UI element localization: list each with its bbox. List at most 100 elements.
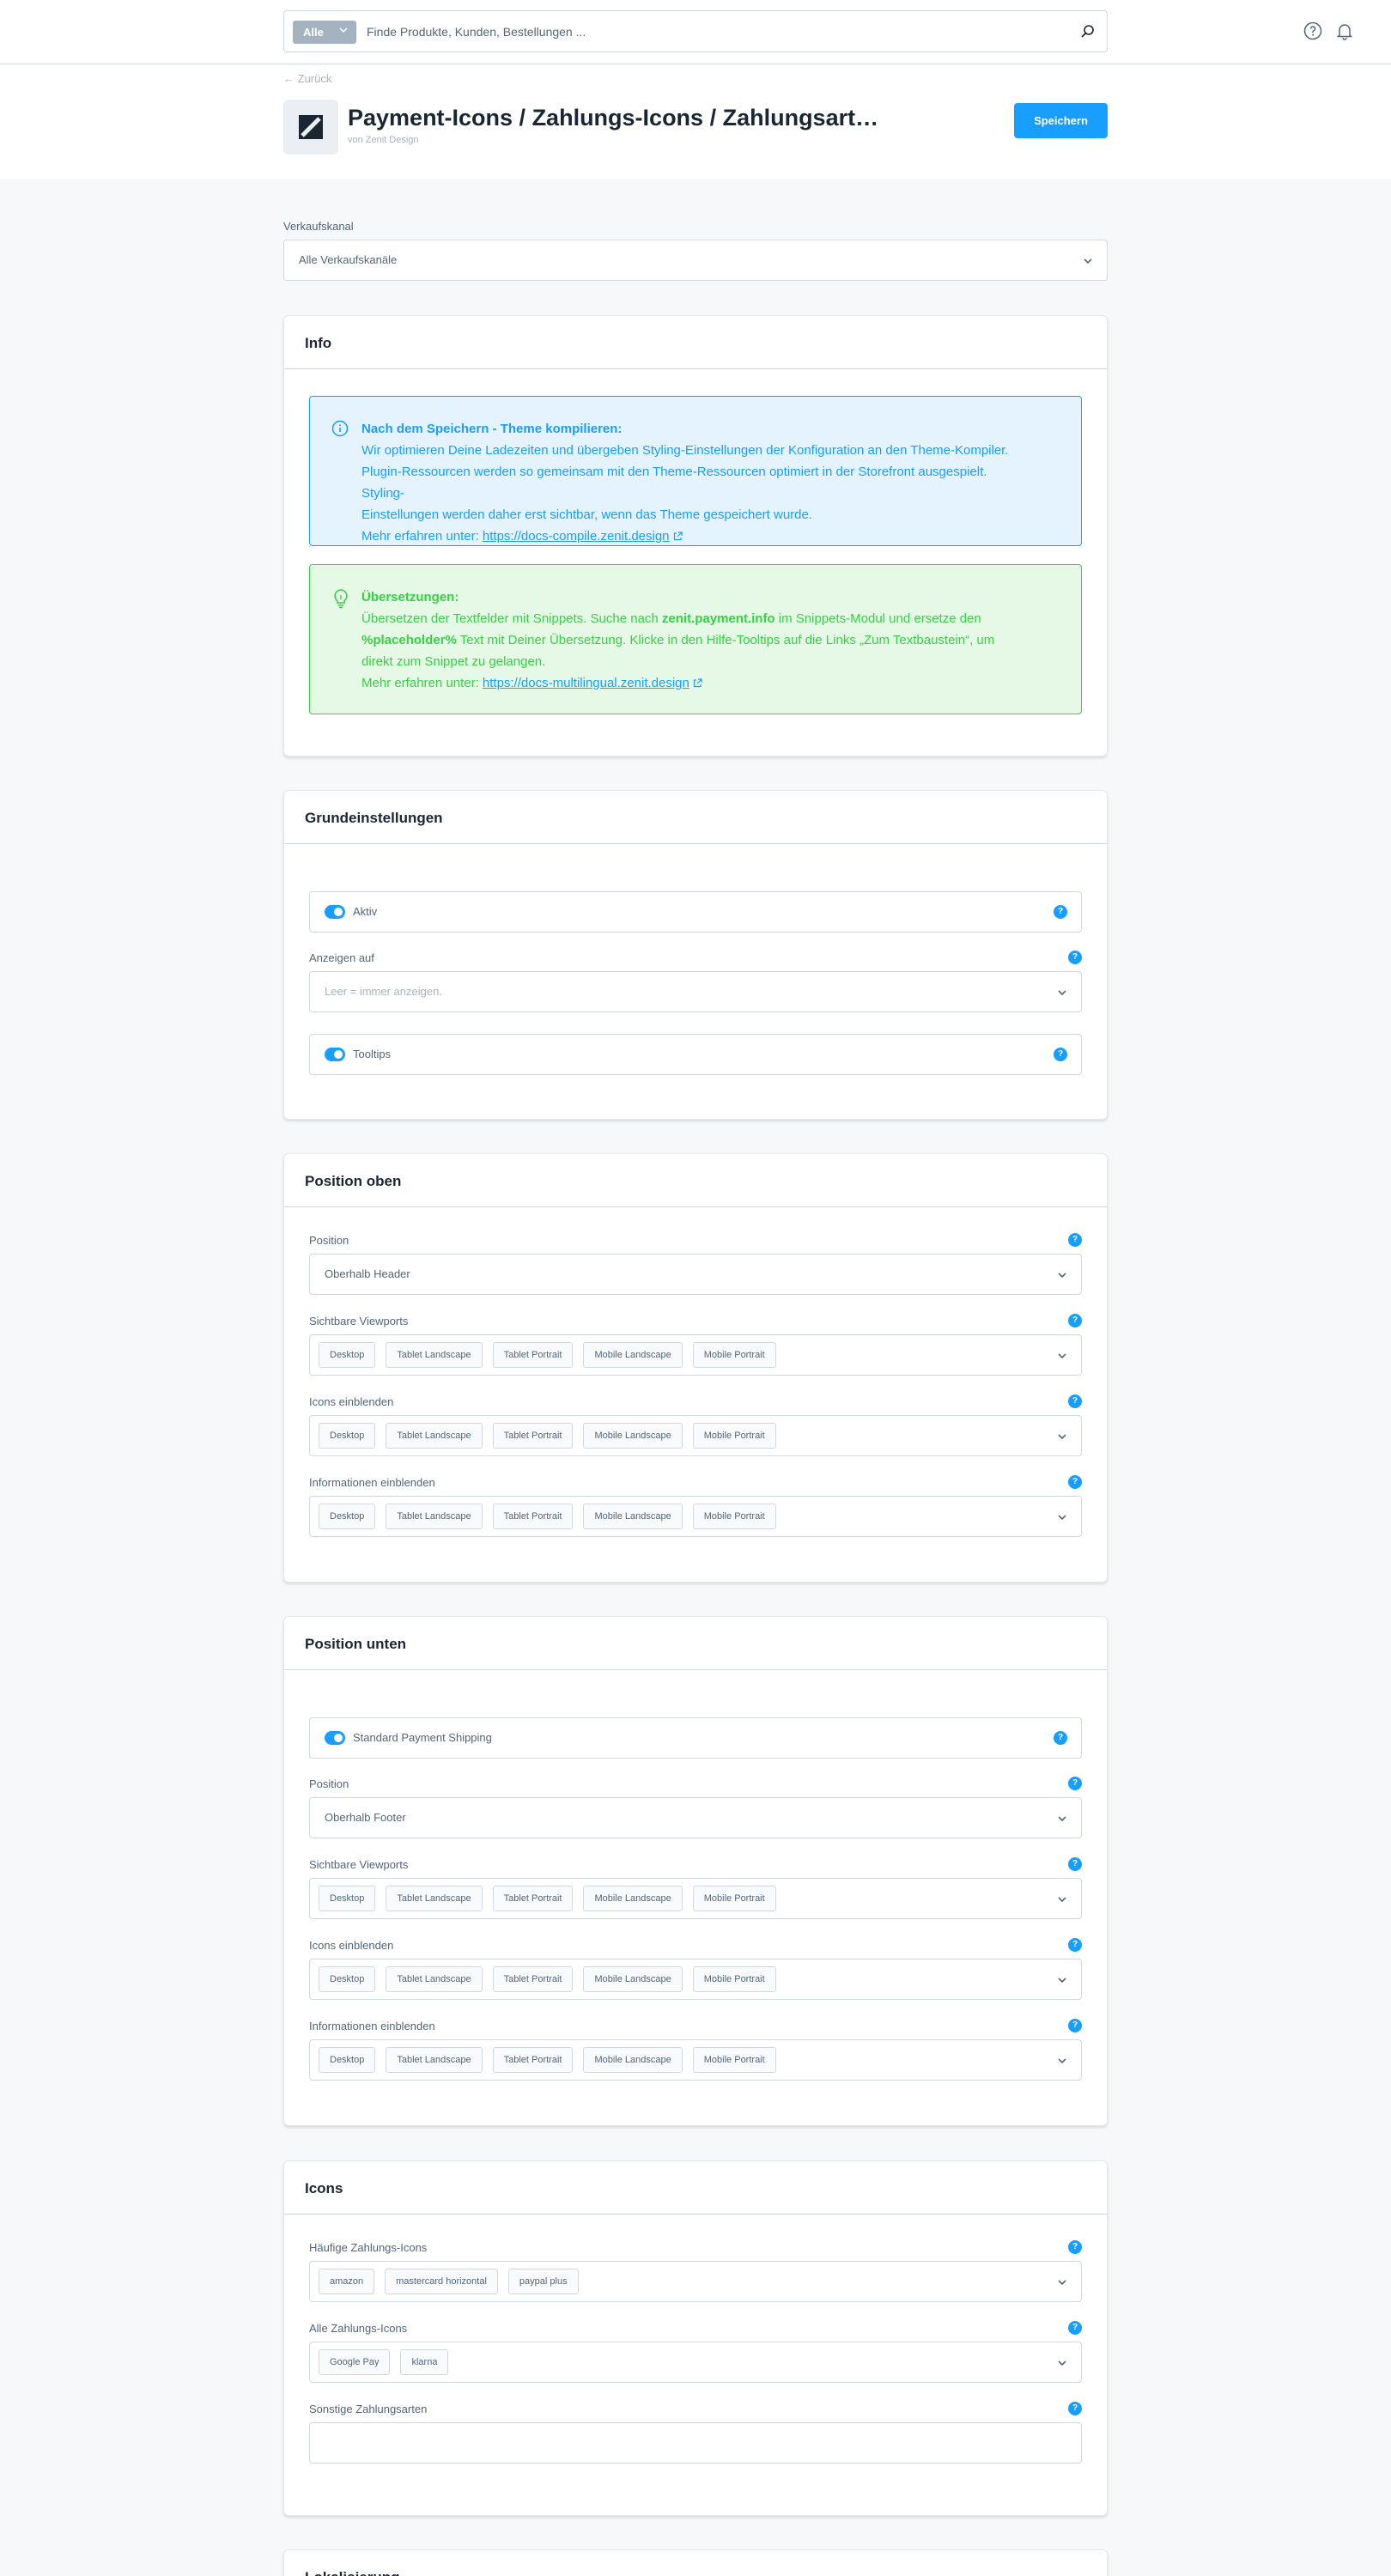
other-payments-input[interactable] (309, 2422, 1082, 2464)
text: im Snippets-Modul und ersetze den (774, 611, 981, 626)
saleschannel-select[interactable]: Alle Verkaufskanäle (283, 240, 1108, 281)
payment-icon-tag[interactable]: mastercard horizontal (385, 2269, 498, 2294)
global-search[interactable]: Alle Finde Produkte, Kunden, Bestellunge… (283, 10, 1108, 52)
help-icon[interactable]: ? (1068, 2402, 1082, 2415)
search-icon[interactable] (1080, 24, 1095, 41)
help-icon[interactable]: ? (1054, 1731, 1067, 1745)
help-icon[interactable]: ? (1068, 1314, 1082, 1327)
viewport-tag[interactable]: Mobile Portrait (692, 1966, 776, 1992)
help-center-icon[interactable] (1303, 21, 1322, 43)
help-icon[interactable]: ? (1068, 1938, 1082, 1952)
info-visible-multiselect[interactable]: Desktop Tablet Landscape Tablet Portrait… (309, 1496, 1082, 1537)
basic-settings-card: Grundeinstellungen Aktiv ? Anzeigen auf … (283, 790, 1108, 1120)
viewport-tag[interactable]: Tablet Landscape (386, 2047, 483, 2073)
plugin-logo (283, 100, 338, 155)
viewport-tag[interactable]: Mobile Portrait (692, 2047, 776, 2073)
viewport-tag[interactable]: Tablet Portrait (492, 1886, 574, 1911)
viewport-tag[interactable]: Mobile Landscape (583, 1966, 683, 1992)
help-icon[interactable]: ? (1068, 1475, 1082, 1489)
help-icon[interactable]: ? (1068, 1394, 1082, 1408)
viewport-tag[interactable]: Tablet Portrait (492, 1966, 574, 1992)
viewport-tag[interactable]: Desktop (319, 1423, 376, 1449)
icons-visible-label: Icons einblenden (309, 1939, 394, 1952)
viewport-tag[interactable]: Desktop (319, 1342, 376, 1368)
payment-icon-tag[interactable]: amazon (319, 2269, 375, 2294)
active-toggle[interactable] (325, 905, 345, 919)
help-icon[interactable]: ? (1068, 2321, 1082, 2335)
viewport-tag[interactable]: Mobile Portrait (692, 1423, 776, 1449)
card-header: Info (284, 316, 1107, 369)
text: Übersetzen der Textfelder mit Snippets. … (361, 611, 662, 626)
viewport-tag[interactable]: Mobile Portrait (692, 1504, 776, 1529)
info-visible-label: Informationen einblenden (309, 2020, 435, 2032)
viewport-tag[interactable]: Mobile Portrait (692, 1342, 776, 1368)
viewport-tag[interactable]: Mobile Landscape (583, 1886, 683, 1911)
search-input[interactable]: Finde Produkte, Kunden, Bestellungen ... (367, 11, 586, 53)
compile-docs-link[interactable]: https://docs-compile.zenit.design (483, 529, 670, 544)
chevron-down-icon (1057, 1511, 1067, 1525)
viewport-tag[interactable]: Tablet Portrait (492, 1342, 574, 1368)
viewport-tag[interactable]: Tablet Portrait (492, 1504, 574, 1529)
viewport-tag[interactable]: Tablet Landscape (386, 1423, 483, 1449)
help-icon[interactable]: ? (1068, 1233, 1082, 1247)
viewport-tag[interactable]: Desktop (319, 1886, 376, 1911)
help-icon[interactable]: ? (1068, 2019, 1082, 2032)
viewport-tag[interactable]: Tablet Landscape (386, 1342, 483, 1368)
viewport-tag[interactable]: Desktop (319, 1504, 376, 1529)
viewport-tag[interactable]: Desktop (319, 2047, 376, 2073)
viewport-tag[interactable]: Desktop (319, 1966, 376, 1992)
viewport-tag[interactable]: Mobile Landscape (583, 1423, 683, 1449)
multilingual-docs-link[interactable]: https://docs-multilingual.zenit.design (483, 676, 689, 690)
payment-icon-tag[interactable]: paypal plus (507, 2269, 579, 2294)
chevron-down-icon (1057, 1974, 1067, 1988)
text: Text mit Deiner Übersetzung. Klicke in d… (456, 633, 995, 647)
page-subtitle: von Zenit Design (348, 135, 419, 145)
viewport-tag[interactable]: Tablet Landscape (386, 1504, 483, 1529)
card-title: Position oben (305, 1173, 402, 1189)
viewport-tag[interactable]: Mobile Portrait (692, 1886, 776, 1911)
viewports-label: Sichtbare Viewports (309, 1858, 409, 1871)
viewports-multiselect[interactable]: Desktop Tablet Landscape Tablet Portrait… (309, 1878, 1082, 1919)
viewport-tag[interactable]: Mobile Landscape (583, 2047, 683, 2073)
viewport-tag[interactable]: Mobile Landscape (583, 1504, 683, 1529)
viewport-tag[interactable]: Tablet Portrait (492, 1423, 574, 1449)
back-link[interactable]: ← Zurück (283, 72, 331, 85)
save-button[interactable]: Speichern (1014, 103, 1108, 138)
info-visible-multiselect[interactable]: Desktop Tablet Landscape Tablet Portrait… (309, 2039, 1082, 2081)
frequent-icons-multiselect[interactable]: amazon mastercard horizontal paypal plus (309, 2261, 1082, 2302)
viewport-tag[interactable]: Tablet Portrait (492, 2047, 574, 2073)
all-icons-multiselect[interactable]: Google Pay klarna (309, 2342, 1082, 2383)
chevron-down-icon (1083, 255, 1093, 269)
help-icon[interactable]: ? (1068, 1777, 1082, 1790)
tooltips-toggle[interactable] (325, 1048, 345, 1061)
help-icon[interactable]: ? (1054, 1048, 1067, 1061)
top-bar: Alle Finde Produkte, Kunden, Bestellunge… (0, 0, 1391, 64)
card-title: Lokalisierung (305, 2569, 400, 2576)
info-visible-label: Informationen einblenden (309, 1476, 435, 1489)
show-on-select[interactable]: Leer = immer anzeigen. (309, 971, 1082, 1012)
show-on-placeholder: Leer = immer anzeigen. (325, 985, 442, 998)
help-icon[interactable]: ? (1068, 951, 1082, 964)
payment-icon-tag[interactable]: klarna (400, 2349, 449, 2375)
help-icon[interactable]: ? (1068, 1857, 1082, 1871)
payment-icon-tag[interactable]: Google Pay (319, 2349, 391, 2375)
position-select[interactable]: Oberhalb Header (309, 1254, 1082, 1295)
arrow-left-icon: ← (283, 72, 295, 85)
viewport-tag[interactable]: Tablet Landscape (386, 1966, 483, 1992)
icons-visible-multiselect[interactable]: Desktop Tablet Landscape Tablet Portrait… (309, 1415, 1082, 1456)
chevron-down-icon (1057, 1431, 1067, 1444)
tooltips-switch-row[interactable]: Tooltips ? (309, 1034, 1082, 1075)
search-type-select[interactable]: Alle (293, 21, 356, 44)
viewport-tag[interactable]: Tablet Landscape (386, 1886, 483, 1911)
standard-shipping-switch-row[interactable]: Standard Payment Shipping ? (309, 1717, 1082, 1759)
viewports-multiselect[interactable]: Desktop Tablet Landscape Tablet Portrait… (309, 1334, 1082, 1376)
help-icon[interactable]: ? (1068, 2240, 1082, 2254)
help-icon[interactable]: ? (1054, 905, 1067, 919)
icons-visible-multiselect[interactable]: Desktop Tablet Landscape Tablet Portrait… (309, 1959, 1082, 2000)
viewport-tag[interactable]: Mobile Landscape (583, 1342, 683, 1368)
notification-bell-icon[interactable] (1335, 21, 1354, 43)
active-switch-row[interactable]: Aktiv ? (309, 891, 1082, 933)
card-title: Icons (305, 2180, 343, 2196)
position-select[interactable]: Oberhalb Footer (309, 1797, 1082, 1838)
standard-shipping-toggle[interactable] (325, 1731, 345, 1745)
